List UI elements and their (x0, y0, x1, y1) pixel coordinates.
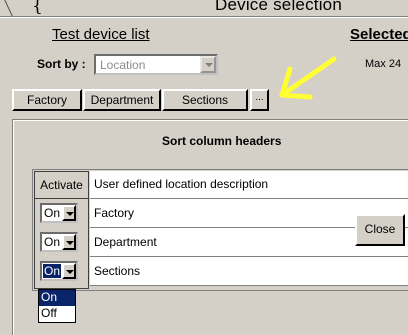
header-button-factory[interactable]: Factory (12, 89, 82, 111)
activate-select-sections[interactable]: On (40, 261, 78, 281)
annotation-arrow-icon (279, 56, 337, 100)
selected-title: Selected (350, 26, 408, 43)
activate-column-header: Activate (34, 171, 89, 199)
top-divider (0, 16, 408, 18)
sort-by-value: Location (100, 58, 146, 72)
sort-by-label: Sort by : (37, 57, 86, 71)
activate-dropdown-button[interactable] (62, 263, 76, 279)
activate-select-factory[interactable]: On (40, 203, 78, 223)
panel-title: Sort column headers (162, 134, 282, 148)
chevron-down-icon (66, 270, 74, 274)
row-sections-label[interactable]: Sections (90, 257, 408, 286)
sort-headers-ellipsis-button[interactable]: ... (250, 89, 269, 111)
frame-curve-glyph: { (32, 0, 43, 16)
description-column-header: User defined location description (90, 171, 408, 199)
chevron-down-icon (66, 212, 74, 216)
max-count-label: Max 24 (365, 58, 402, 70)
activate-dropdown-button[interactable] (62, 205, 76, 221)
window-title: Device selection (215, 0, 342, 14)
chevron-down-icon (66, 241, 74, 245)
dropdown-option-off[interactable]: Off (39, 306, 75, 322)
header-button-department[interactable]: Department (83, 89, 161, 111)
device-selection-window: { Device selection Test device list Sort… (0, 0, 408, 335)
sort-by-combobox[interactable]: Location (94, 54, 218, 75)
header-button-sections[interactable]: Sections (162, 89, 248, 111)
activate-value: On (44, 235, 61, 249)
activate-value: On (44, 206, 61, 220)
close-button[interactable]: Close (355, 214, 405, 246)
sort-by-dropdown-button[interactable] (200, 56, 216, 73)
chevron-down-icon (205, 63, 213, 67)
activate-dropdown-button[interactable] (62, 234, 76, 250)
dropdown-option-on[interactable]: On (39, 290, 75, 306)
activate-select-department[interactable]: On (40, 232, 78, 252)
test-device-list-title: Test device list (52, 26, 150, 43)
activate-dropdown-list[interactable]: On Off (38, 289, 76, 323)
activate-value-selected: On (43, 264, 62, 278)
